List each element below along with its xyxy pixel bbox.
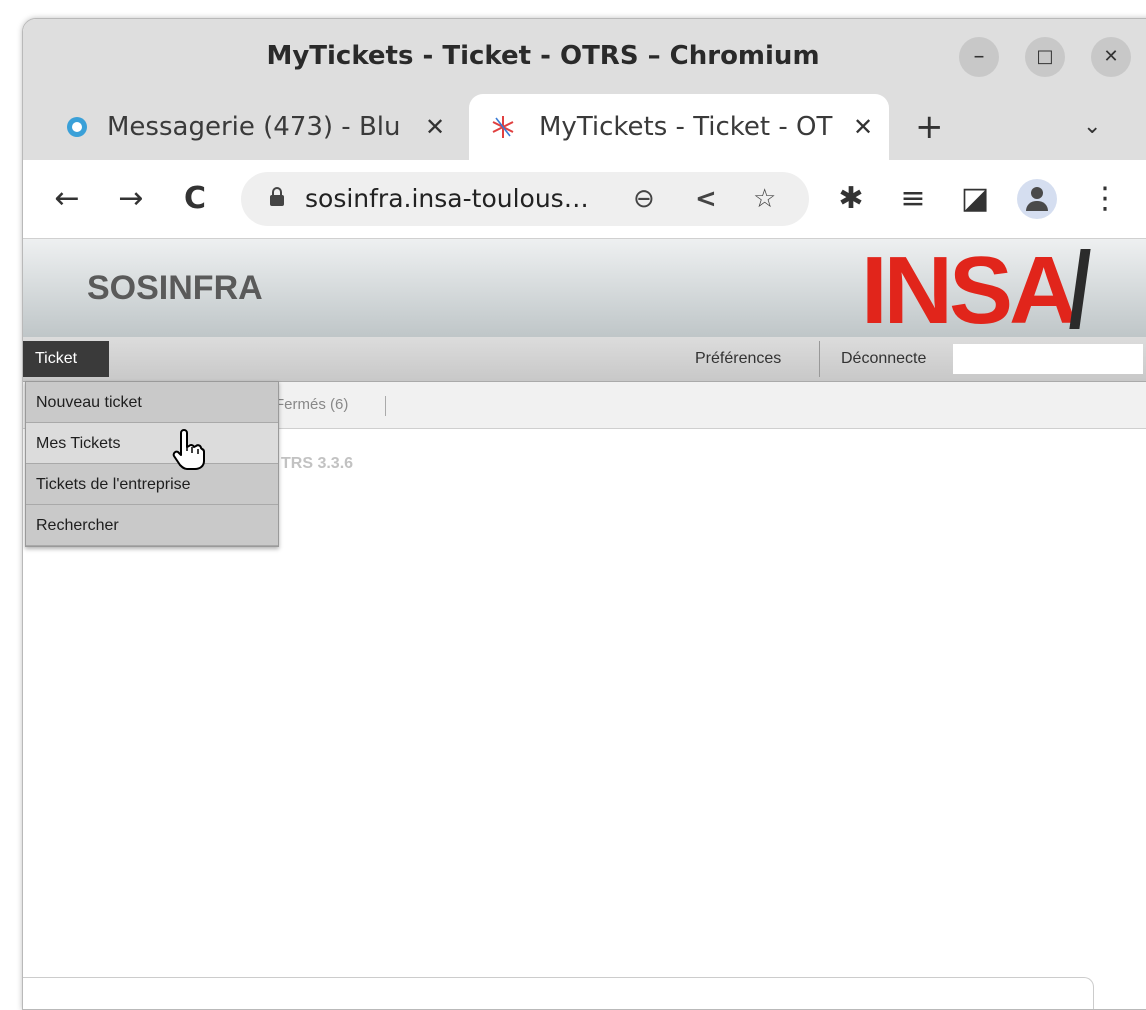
menu-item-search[interactable]: Rechercher [26,505,278,546]
nav-preferences[interactable]: Préférences [695,337,781,381]
ticket-dropdown-menu: Nouveau ticket Mes Tickets Tickets de l'… [25,381,279,547]
maximize-button[interactable]: □ [1025,37,1065,77]
reload-button[interactable]: C [175,160,215,238]
menu-item-company-tickets[interactable]: Tickets de l'entreprise [26,464,278,505]
browser-window: MyTickets - Ticket - OTRS – Chromium – □… [22,18,1146,1010]
forward-button[interactable]: → [111,160,151,238]
browser-menu-icon[interactable]: ⋮ [1087,160,1123,238]
subnav-closed[interactable]: Fermés (6) [275,382,348,428]
nav-logout[interactable]: Déconnecte [841,337,926,381]
version-text: TRS 3.3.6 [281,455,354,472]
otrs-icon [492,116,514,138]
share-icon[interactable]: < [695,172,717,226]
subnav-divider [385,396,386,416]
bluemind-icon [67,117,87,137]
extensions-icon[interactable]: ✱ [831,160,871,238]
tab-messagerie[interactable]: Messagerie (473) - Blu ✕ [51,94,461,160]
nav-divider [819,341,820,377]
browser-toolbar: ← → C sosinfra.insa-toulous… ⊖ < ☆ ✱ ≡ ◪… [23,160,1146,239]
bookmark-star-icon[interactable]: ☆ [753,172,776,226]
url-text: sosinfra.insa-toulous… [305,184,589,213]
insa-logo: INSA [861,237,1078,344]
avatar-shoulders [1026,201,1048,211]
lock-icon [270,187,284,206]
status-bar [23,977,1094,1009]
tab-search-icon[interactable]: ⌄ [1083,94,1101,160]
close-window-button[interactable]: ✕ [1091,37,1131,77]
back-button[interactable]: ← [47,160,87,238]
new-tab-button[interactable]: + [915,94,944,160]
otrs-header: SOSINFRA INSA [23,237,1146,344]
address-bar[interactable]: sosinfra.insa-toulous… ⊖ < ☆ [241,172,809,226]
close-tab-icon[interactable]: ✕ [853,94,873,160]
tab-strip: Messagerie (473) - Blu ✕ MyTickets - Tic… [23,94,1146,160]
tab-mytickets[interactable]: MyTickets - Ticket - OT ✕ [469,94,889,160]
main-nav: Ticket Préférences Déconnecte [23,337,1146,382]
title-bar: MyTickets - Ticket - OTRS – Chromium – □… [23,19,1146,94]
nav-ticket[interactable]: Ticket [23,341,109,377]
profile-avatar[interactable] [1017,179,1057,219]
side-panel-icon[interactable]: ◪ [955,160,995,238]
tab-label: MyTickets - Ticket - OT [539,112,833,142]
menu-item-new-ticket[interactable]: Nouveau ticket [26,382,278,423]
zoom-icon[interactable]: ⊖ [633,172,655,226]
close-tab-icon[interactable]: ✕ [425,94,445,160]
media-control-icon[interactable]: ≡ [893,160,933,238]
minimize-button[interactable]: – [959,37,999,77]
hand-cursor-icon [172,429,205,470]
nav-white-box [953,344,1143,374]
brand-title: SOSINFRA [87,269,263,307]
window-title: MyTickets - Ticket - OTRS – Chromium [266,41,820,71]
tab-label: Messagerie (473) - Blu [107,112,401,142]
menu-item-my-tickets[interactable]: Mes Tickets [26,423,278,464]
avatar-head [1031,187,1043,199]
